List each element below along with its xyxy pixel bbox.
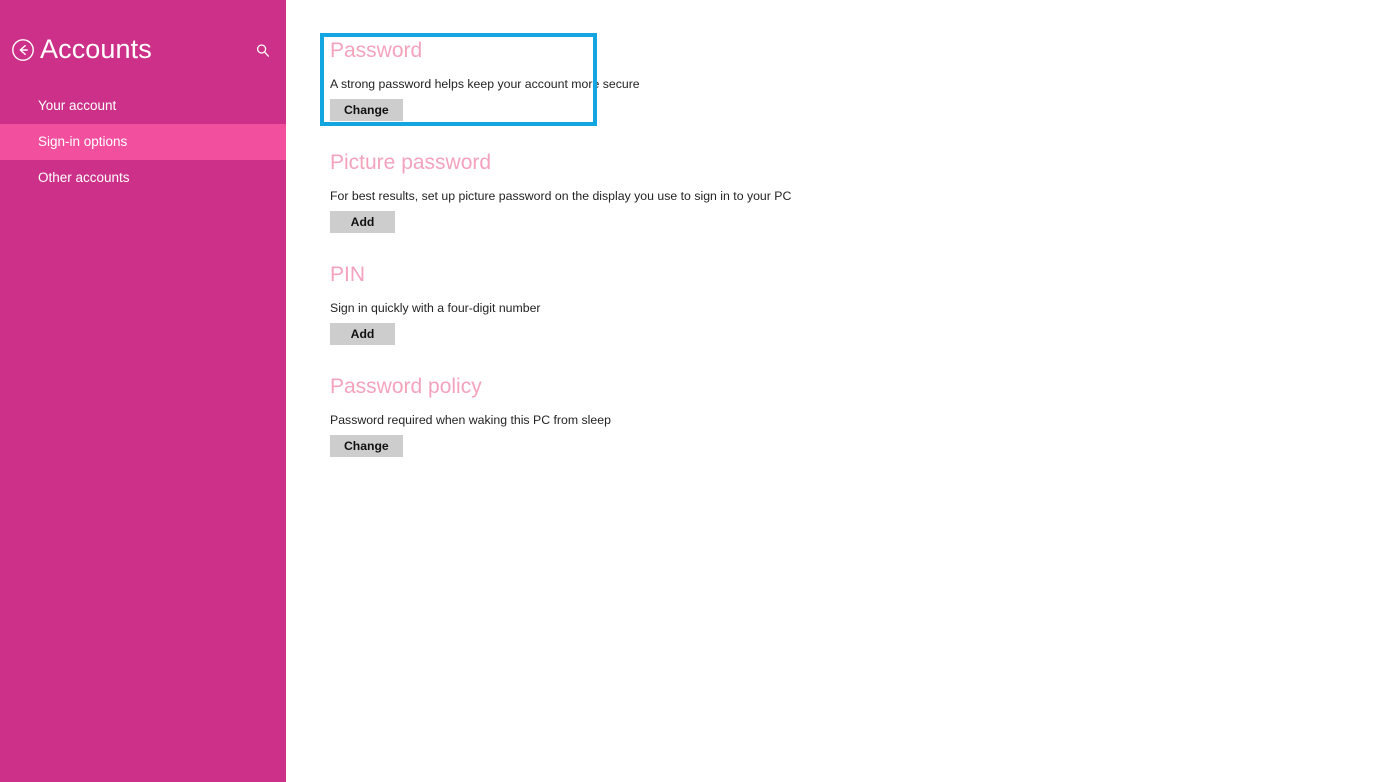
change-password-button[interactable]: Change [330, 99, 403, 121]
section-description: A strong password helps keep your accoun… [330, 77, 640, 91]
sidebar: Accounts Your account Sign-in options Ot… [0, 0, 286, 782]
section-heading: Picture password [330, 151, 492, 174]
main-content: Password A strong password helps keep yo… [286, 0, 1387, 782]
sidebar-item-your-account[interactable]: Your account [0, 88, 286, 124]
search-icon[interactable] [253, 41, 273, 61]
change-password-policy-button[interactable]: Change [330, 435, 403, 457]
sidebar-item-label: Your account [38, 98, 117, 113]
section-heading: PIN [330, 263, 366, 286]
settings-app: Accounts Your account Sign-in options Ot… [0, 0, 1387, 782]
sidebar-header: Accounts [0, 30, 286, 72]
sidebar-nav-list: Your account Sign-in options Other accou… [0, 88, 286, 196]
sidebar-item-other-accounts[interactable]: Other accounts [0, 160, 286, 196]
section-heading: Password [330, 39, 423, 62]
page-title: Accounts [40, 34, 152, 64]
section-password-policy: Password policy Password required when w… [330, 374, 611, 457]
section-description: For best results, set up picture passwor… [330, 189, 792, 203]
section-pin: PIN Sign in quickly with a four-digit nu… [330, 262, 541, 345]
section-heading: Password policy [330, 375, 482, 398]
add-pin-button[interactable]: Add [330, 323, 395, 345]
add-picture-password-button[interactable]: Add [330, 211, 395, 233]
section-password: Password A strong password helps keep yo… [330, 38, 640, 121]
section-description: Sign in quickly with a four-digit number [330, 301, 541, 315]
back-arrow-circle-icon[interactable] [11, 38, 35, 62]
section-description: Password required when waking this PC fr… [330, 413, 611, 427]
sidebar-item-label: Other accounts [38, 170, 130, 185]
section-picture-password: Picture password For best results, set u… [330, 150, 791, 233]
sidebar-item-label: Sign-in options [38, 134, 128, 149]
sidebar-item-sign-in-options[interactable]: Sign-in options [0, 124, 286, 160]
